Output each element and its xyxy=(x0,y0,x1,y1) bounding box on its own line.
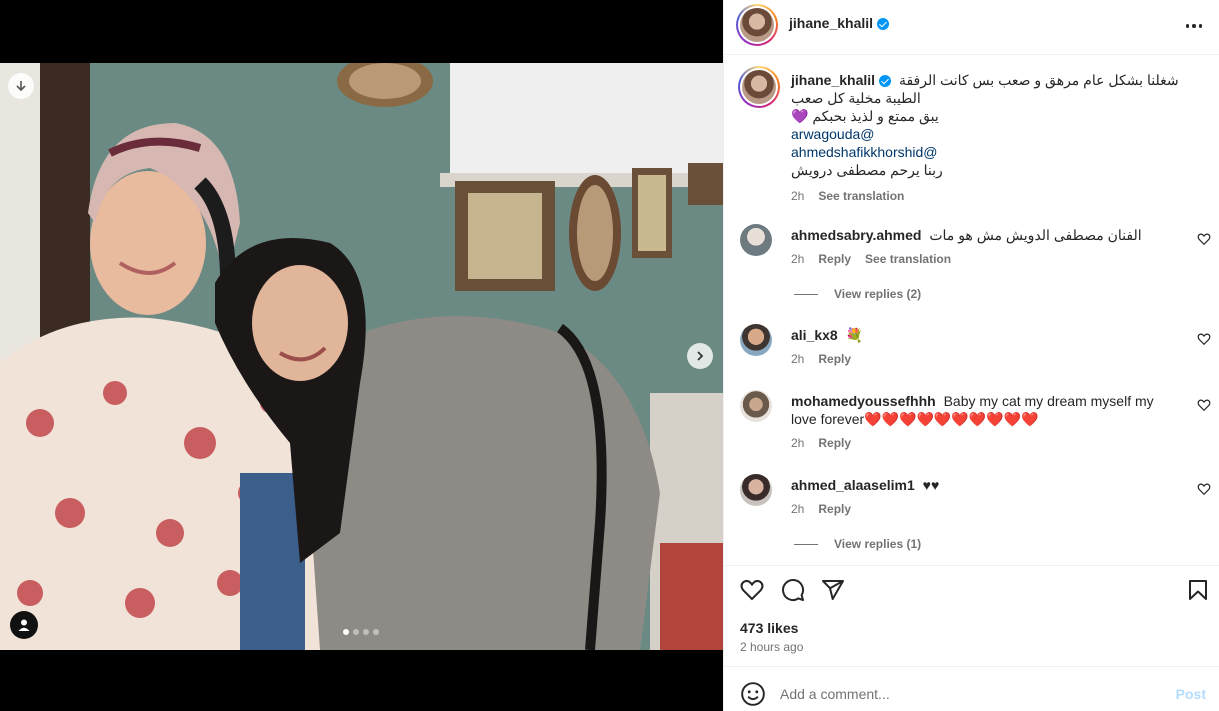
comment-time: 2h xyxy=(791,436,805,450)
reply-button[interactable]: Reply xyxy=(818,436,851,450)
post-photo[interactable] xyxy=(0,63,723,650)
commenter-avatar[interactable] xyxy=(740,224,772,256)
see-translation-link[interactable]: See translation xyxy=(865,252,951,266)
emoji-icon[interactable] xyxy=(740,681,766,707)
caption-avatar[interactable] xyxy=(738,66,780,108)
commenter-username[interactable]: mohamedyoussefhhh xyxy=(791,393,936,409)
view-replies-button[interactable]: View replies (1) xyxy=(794,537,921,551)
post-comment-button[interactable]: Post xyxy=(1176,686,1206,702)
caption-avatar-image xyxy=(742,70,776,104)
reply-button[interactable]: Reply xyxy=(818,252,851,266)
caption-text-line: الطيبة مخلية كل صعب xyxy=(791,90,921,106)
verified-badge-icon xyxy=(879,75,892,88)
commenter-avatar[interactable] xyxy=(740,324,772,356)
carousel-dot xyxy=(373,629,379,635)
add-comment-bar: Post xyxy=(724,666,1219,711)
caption-meta: 2h See translation xyxy=(791,187,1191,205)
comment-meta: 2h Reply xyxy=(791,434,1171,452)
comment-text: 💐 xyxy=(845,327,864,343)
commenter-username[interactable]: ahmedsabry.ahmed xyxy=(791,227,921,243)
comment-time: 2h xyxy=(791,352,805,366)
caption-line-1: jihane_khalil شغلنا بشكل عام مرهق و صعب … xyxy=(791,71,1191,89)
likes-count[interactable]: 473 likes xyxy=(740,620,798,636)
caption-username[interactable]: jihane_khalil xyxy=(791,72,875,88)
author-username[interactable]: jihane_khalil xyxy=(789,15,873,31)
heart-icon[interactable] xyxy=(1197,482,1211,496)
heart-icon[interactable] xyxy=(1197,398,1211,412)
commenter-username[interactable]: ali_kx8 xyxy=(791,327,838,343)
comment-input[interactable] xyxy=(780,681,1140,707)
arrow-down-icon xyxy=(16,81,26,92)
user-icon xyxy=(18,619,30,631)
post-actions: 473 likes 2 hours ago xyxy=(724,565,1219,665)
send-icon[interactable] xyxy=(821,578,845,602)
more-dot xyxy=(1198,24,1203,28)
see-translation-link[interactable]: See translation xyxy=(818,189,904,203)
heart-icon[interactable] xyxy=(1197,232,1211,246)
comment-text: الفنان مصطفى الدويش مش هو مات xyxy=(929,227,1142,243)
post-timestamp: 2 hours ago xyxy=(740,640,804,654)
post-header: jihane_khalil xyxy=(724,0,1219,55)
view-replies-label: View replies (2) xyxy=(834,287,922,301)
next-slide-button[interactable] xyxy=(687,343,713,369)
comment-time: 2h xyxy=(791,252,805,266)
comment-meta: 2h Reply xyxy=(791,350,1171,368)
more-horizontal-icon xyxy=(1185,24,1190,28)
post-details-panel: jihane_khalil jihane_khalil شغلنا بشكل ع… xyxy=(723,0,1219,711)
caption-text: jihane_khalil شغلنا بشكل عام مرهق و صعب … xyxy=(791,71,1191,205)
carousel-dot xyxy=(343,629,349,635)
author-name-row: jihane_khalil xyxy=(789,15,890,33)
comment-text: ♥♥ xyxy=(922,477,940,493)
author-avatar-image xyxy=(740,8,774,42)
caption-time: 2h xyxy=(791,189,805,203)
commenter-username[interactable]: ahmed_alaaselim1 xyxy=(791,477,915,493)
carousel-dot xyxy=(353,629,359,635)
comment-icon[interactable] xyxy=(781,578,805,602)
mention-link[interactable]: ahmedshafikkhorshid@ xyxy=(791,143,1191,161)
chevron-right-icon xyxy=(697,351,704,361)
carousel-dot xyxy=(363,629,369,635)
commenter-avatar[interactable] xyxy=(740,474,772,506)
verified-badge-icon xyxy=(877,17,890,30)
heart-icon[interactable] xyxy=(1197,332,1211,346)
view-replies-button[interactable]: View replies (2) xyxy=(794,287,921,301)
comment-time: 2h xyxy=(791,502,805,516)
author-avatar[interactable] xyxy=(736,4,778,46)
carousel-indicator xyxy=(343,629,379,635)
photo-illustration xyxy=(0,63,723,650)
caption-text-line: يبق ممتع و لذيذ بحبكم 💜 xyxy=(791,108,939,124)
mention-link[interactable]: arwagouda@ xyxy=(791,125,1191,143)
caption-text-line: شغلنا بشكل عام مرهق و صعب بس كانت الرفقة xyxy=(898,72,1179,88)
tagged-users-button[interactable] xyxy=(10,611,38,639)
reply-button[interactable]: Reply xyxy=(818,352,851,366)
commenter-avatar[interactable] xyxy=(740,390,772,422)
reply-button[interactable]: Reply xyxy=(818,502,851,516)
comment-body: ahmedsabry.ahmed الفنان مصطفى الدويش مش … xyxy=(791,224,1171,268)
more-options-button[interactable] xyxy=(1182,14,1206,38)
comment-body: mohamedyoussefhhh Baby my cat my dream m… xyxy=(791,390,1171,452)
comment-meta: 2h Reply xyxy=(791,500,1171,518)
bookmark-icon[interactable] xyxy=(1186,578,1210,602)
heart-icon[interactable] xyxy=(740,578,764,602)
comment-body: ali_kx8 💐 2h Reply xyxy=(791,324,1171,368)
post-media xyxy=(0,0,723,711)
divider-line xyxy=(794,293,818,295)
view-replies-label: View replies (1) xyxy=(834,537,922,551)
more-dot xyxy=(1192,24,1196,28)
divider-line xyxy=(794,543,818,545)
download-button[interactable] xyxy=(8,73,34,99)
comment-meta: 2h Reply See translation xyxy=(791,250,1171,268)
caption-text-line: ربنا يرحم مصطفى درويش xyxy=(791,162,943,178)
comment-body: ahmed_alaaselim1 ♥♥ 2h Reply xyxy=(791,474,1171,518)
